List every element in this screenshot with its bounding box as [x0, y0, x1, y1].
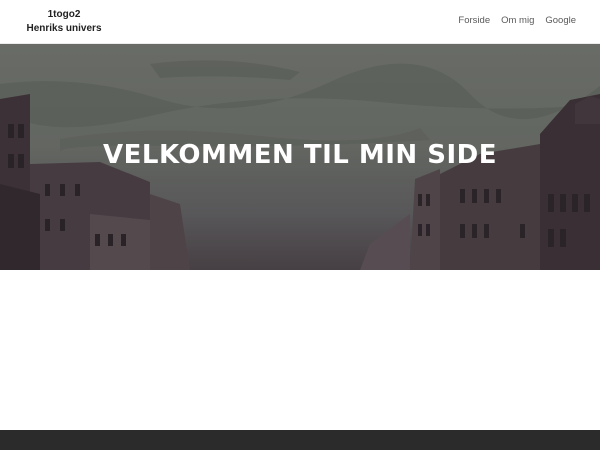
site-header: 1togo2 Henriks univers Forside Om mig Go…: [0, 0, 600, 44]
main-navigation: Forside Om mig Google: [458, 15, 576, 26]
hero-banner: VELKOMMEN TIL MIN SIDE: [0, 44, 600, 270]
hero-heading: VELKOMMEN TIL MIN SIDE: [103, 140, 497, 170]
site-title[interactable]: 1togo2: [0, 8, 128, 22]
nav-link-google[interactable]: Google: [545, 15, 576, 26]
main-content: [0, 270, 600, 430]
nav-link-forside[interactable]: Forside: [458, 15, 490, 26]
site-footer: [0, 430, 600, 450]
site-branding[interactable]: 1togo2 Henriks univers: [0, 8, 128, 36]
site-tagline: Henriks univers: [26, 23, 102, 34]
nav-link-om-mig[interactable]: Om mig: [501, 15, 534, 26]
